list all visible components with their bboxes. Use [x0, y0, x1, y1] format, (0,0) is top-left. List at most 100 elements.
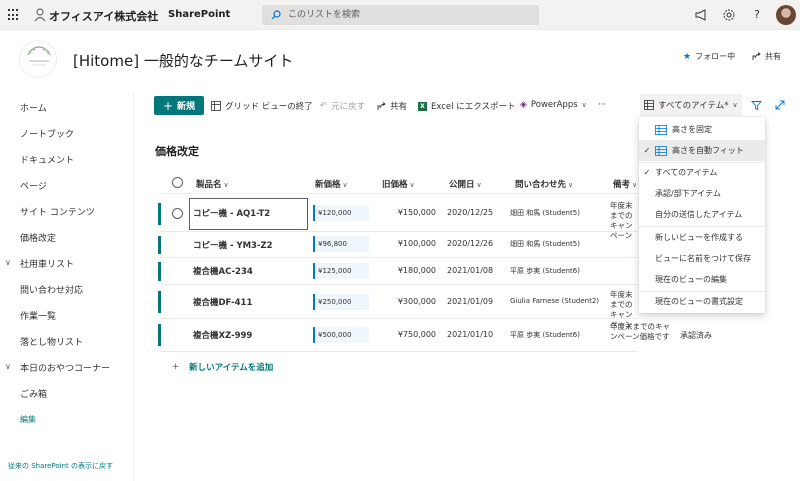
- view-selector[interactable]: すべてのアイテム* ∨: [640, 94, 742, 116]
- undo-icon: ↶: [320, 101, 328, 111]
- site-logo[interactable]: [19, 40, 57, 78]
- contact-cell[interactable]: 畑田 和馬 (Student5): [510, 208, 580, 218]
- contact-cell[interactable]: 平原 歩実 (Student6): [510, 266, 580, 276]
- product-name-cell[interactable]: 複合機AC-234: [193, 265, 253, 277]
- old-price-cell[interactable]: ¥300,000: [376, 297, 436, 306]
- column-header-product[interactable]: 製品名 ∨: [196, 178, 229, 190]
- new-price-cell[interactable]: ¥250,000: [313, 294, 369, 310]
- nav-item-snack-corner[interactable]: 本日のおやつコーナー: [20, 361, 110, 374]
- date-cell[interactable]: 2021/01/10: [447, 330, 493, 339]
- help-icon[interactable]: ?: [750, 8, 764, 22]
- contact-cell[interactable]: Giulia Farnese (Student2): [510, 297, 599, 305]
- menu-item-autofit-height[interactable]: ✓ 高さを自動フィット: [639, 140, 765, 161]
- grid-icon: [655, 124, 667, 135]
- nav-item-tasks[interactable]: 作業一覧: [20, 309, 56, 322]
- new-price-cell[interactable]: ¥125,000: [313, 263, 369, 279]
- status-cell[interactable]: 承認済み: [680, 330, 712, 341]
- column-header-date[interactable]: 公開日 ∨: [449, 178, 482, 190]
- contact-cell[interactable]: 平原 歩実 (Student6): [510, 330, 580, 340]
- more-button[interactable]: ···: [598, 100, 606, 110]
- menu-item-label: 承認/部下アイテム: [655, 189, 721, 198]
- date-cell[interactable]: 2021/01/08: [447, 266, 493, 275]
- note-cell[interactable]: 年度末までのキャンペーン価格です: [610, 322, 676, 342]
- nav-item-inquiries[interactable]: 問い合わせ対応: [20, 283, 83, 296]
- export-excel-button[interactable]: X Excel にエクスポート: [418, 100, 515, 112]
- view-selector-label: すべてのアイテム*: [658, 101, 729, 111]
- old-price-cell[interactable]: ¥750,000: [376, 330, 436, 339]
- menu-item-edit-view[interactable]: 現在のビューの編集: [639, 269, 765, 290]
- search-input[interactable]: [288, 8, 528, 22]
- undo-button[interactable]: ↶ 元に戻す: [320, 100, 365, 112]
- powerapps-label: PowerApps: [530, 100, 578, 110]
- date-cell[interactable]: 2021/01/09: [447, 297, 493, 306]
- avatar[interactable]: [776, 5, 796, 25]
- org-logo-icon[interactable]: [33, 8, 47, 22]
- menu-item-fixed-height[interactable]: 高さを固定: [639, 119, 765, 140]
- nav-edit-link[interactable]: 編集: [20, 414, 36, 425]
- date-cell[interactable]: 2020/12/26: [447, 239, 493, 248]
- exit-grid-view-button[interactable]: グリッド ビューの終了: [211, 100, 313, 112]
- new-price-cell[interactable]: ¥120,000: [313, 205, 369, 221]
- nav-item-documents[interactable]: ドキュメント: [20, 153, 74, 166]
- old-price-cell[interactable]: ¥100,000: [376, 239, 436, 248]
- megaphone-icon[interactable]: [694, 8, 708, 22]
- nav-item-notebook[interactable]: ノートブック: [20, 127, 74, 140]
- classic-view-link[interactable]: 従来の SharePoint の表示に戻す: [8, 461, 113, 471]
- menu-item-save-view-as[interactable]: ビューに名前をつけて保存: [639, 248, 765, 269]
- excel-icon: X: [418, 101, 427, 111]
- menu-item-label: ビューに名前をつけて保存: [655, 254, 751, 263]
- expand-icon[interactable]: [775, 100, 785, 110]
- gear-icon[interactable]: [722, 8, 736, 22]
- search-box[interactable]: [262, 5, 539, 25]
- nav-item-company-cars[interactable]: 社用車リスト: [20, 257, 74, 270]
- share-button[interactable]: 共有: [377, 100, 407, 112]
- org-name[interactable]: オフィスアイ株式会社: [49, 8, 158, 24]
- nav-item-lost-found[interactable]: 落とし物リスト: [20, 335, 83, 348]
- menu-item-format-view[interactable]: 現在のビューの書式設定: [639, 291, 765, 312]
- contact-cell[interactable]: 畑田 和馬 (Student5): [510, 239, 580, 249]
- table-row[interactable]: コピー機 - YM3-Z2 ¥96,800 ¥100,000 2020/12/2…: [158, 232, 638, 258]
- product-name-cell[interactable]: 複合機XZ-999: [193, 329, 252, 341]
- filter-icon[interactable]: [751, 100, 762, 111]
- add-new-item-button[interactable]: + 新しいアイテムを追加: [172, 361, 273, 373]
- column-header-note[interactable]: 備考 ∨: [613, 178, 637, 190]
- nav-item-site-contents[interactable]: サイト コンテンツ: [20, 205, 95, 218]
- old-price-cell[interactable]: ¥150,000: [376, 208, 436, 217]
- suite-bar: オフィスアイ株式会社 SharePoint ?: [0, 0, 800, 30]
- select-all-radio[interactable]: [172, 177, 183, 188]
- product-name-cell[interactable]: コピー機 - YM3-Z2: [193, 239, 273, 251]
- new-label: 新規: [177, 102, 196, 112]
- site-share-button[interactable]: 共有: [752, 51, 781, 62]
- table-row[interactable]: 複合機DF-411 ¥250,000 ¥300,000 2021/01/09 G…: [158, 285, 638, 329]
- column-header-new-price[interactable]: 新価格 ∨: [315, 178, 348, 190]
- menu-item-create-view[interactable]: 新しいビューを作成する: [639, 227, 765, 248]
- row-select-radio[interactable]: [172, 208, 183, 219]
- table-row[interactable]: 複合機AC-234 ¥125,000 ¥180,000 2021/01/08 平…: [158, 258, 638, 285]
- list-title: 価格改定: [155, 145, 199, 158]
- chevron-down-icon[interactable]: ∨: [5, 258, 11, 267]
- menu-item-all-items[interactable]: ✓ すべてのアイテム: [639, 162, 765, 183]
- nav-item-home[interactable]: ホーム: [20, 101, 47, 114]
- app-launcher-icon[interactable]: [8, 9, 20, 21]
- site-title[interactable]: [Hitome] 一般的なチームサイト: [73, 50, 293, 71]
- follow-button[interactable]: ★ フォロー中: [683, 51, 735, 62]
- app-name[interactable]: SharePoint: [168, 9, 230, 20]
- old-price-cell[interactable]: ¥180,000: [376, 266, 436, 275]
- export-label: Excel にエクスポート: [431, 102, 516, 112]
- table-row[interactable]: 複合機XZ-999 ¥500,000 ¥750,000 2021/01/10 平…: [158, 319, 712, 352]
- chevron-down-icon[interactable]: ∨: [5, 362, 11, 371]
- powerapps-button[interactable]: ◈ PowerApps ∨: [520, 100, 587, 110]
- date-cell[interactable]: 2020/12/25: [447, 208, 493, 217]
- column-header-old-price[interactable]: 旧価格 ∨: [382, 178, 415, 190]
- menu-item-approval-items[interactable]: 承認/部下アイテム: [639, 183, 765, 204]
- nav-item-pages[interactable]: ページ: [20, 179, 47, 192]
- column-header-contact[interactable]: 問い合わせ先 ∨: [515, 178, 573, 190]
- table-header: 製品名 ∨ 新価格 ∨ 旧価格 ∨ 公開日 ∨ 問い合わせ先 ∨ 備考 ∨: [160, 172, 638, 194]
- new-price-cell[interactable]: ¥500,000: [313, 327, 369, 343]
- nav-item-recycle-bin[interactable]: ごみ箱: [20, 387, 47, 400]
- new-button[interactable]: + 新規: [154, 96, 204, 115]
- product-name-cell[interactable]: 複合機DF-411: [193, 296, 252, 308]
- new-price-cell[interactable]: ¥96,800: [313, 236, 369, 252]
- menu-item-my-sent-items[interactable]: 自分の送信したアイテム: [639, 204, 765, 225]
- nav-item-price-revision[interactable]: 価格改定: [20, 231, 56, 244]
